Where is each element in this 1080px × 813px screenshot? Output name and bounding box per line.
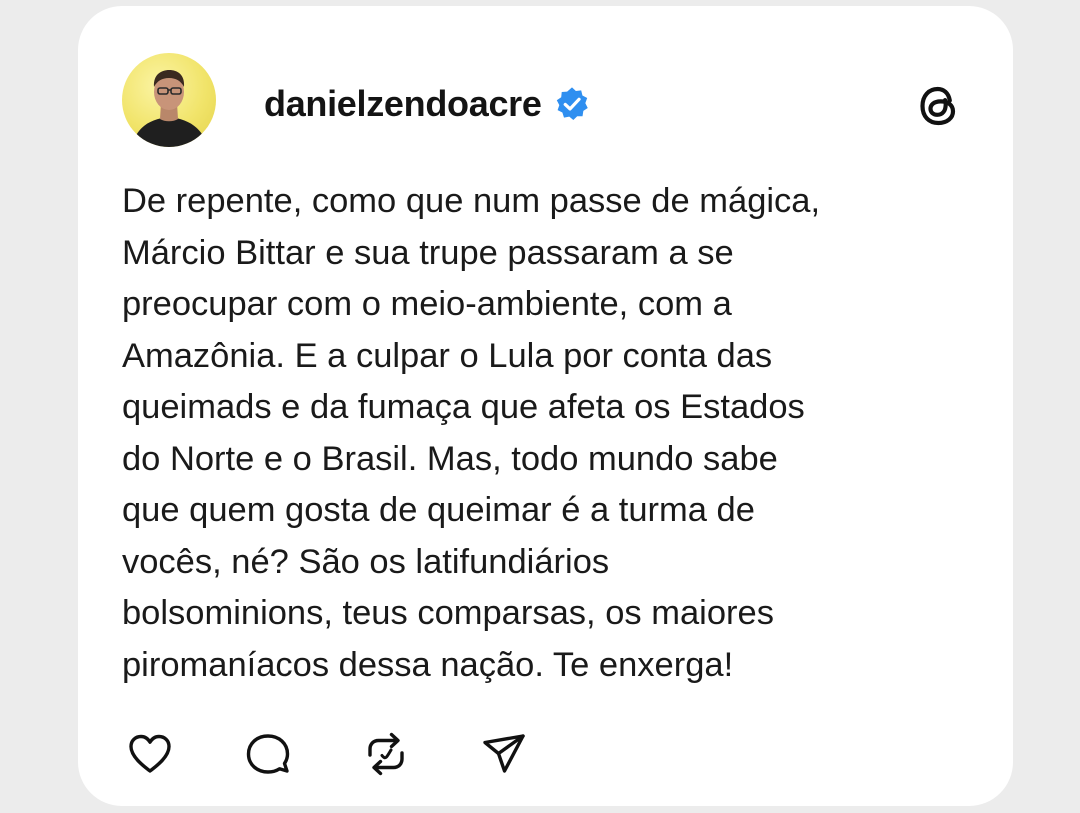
action-bar xyxy=(122,726,594,782)
like-button[interactable] xyxy=(122,726,178,782)
share-button[interactable] xyxy=(476,726,532,782)
comment-icon xyxy=(246,734,290,774)
reply-button[interactable] xyxy=(240,726,296,782)
avatar[interactable] xyxy=(122,53,216,147)
repost-button[interactable] xyxy=(358,726,414,782)
heart-icon xyxy=(129,734,171,773)
verified-badge-icon xyxy=(554,86,590,122)
avatar-image xyxy=(132,70,208,147)
post-header: danielzendoacre xyxy=(264,80,590,128)
username[interactable]: danielzendoacre xyxy=(264,83,542,125)
threads-logo-icon[interactable] xyxy=(914,81,964,131)
send-icon xyxy=(483,734,525,773)
post-card: danielzendoacre De repente, como que num… xyxy=(78,6,1013,806)
repost-icon xyxy=(368,732,404,776)
post-text: De repente, como que num passe de mágica… xyxy=(122,182,821,684)
